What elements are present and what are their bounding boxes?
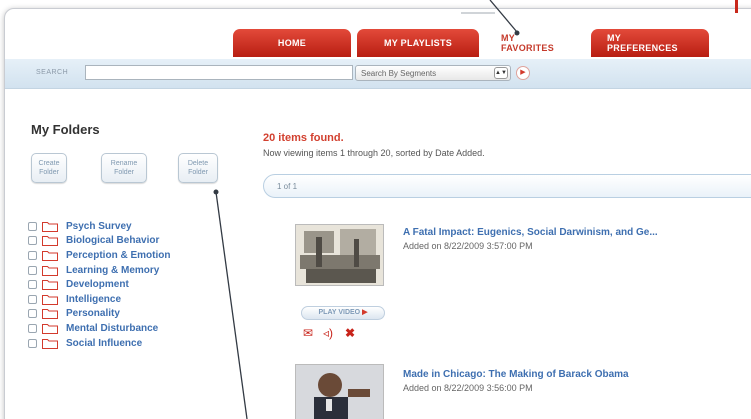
- video-thumbnail[interactable]: [295, 364, 384, 419]
- search-segment-select[interactable]: Search By Segments ▲▼: [355, 65, 511, 81]
- video-added-date: Added on 8/22/2009 3:56:00 PM: [403, 383, 533, 393]
- search-go-button[interactable]: ▶: [516, 66, 530, 80]
- tab-home[interactable]: HOME: [233, 29, 351, 57]
- segment-select-value: Search By Segments: [361, 68, 437, 78]
- tab-my-playlists[interactable]: MY PLAYLISTS: [357, 29, 479, 57]
- folder-checkbox[interactable]: [28, 309, 37, 319]
- search-label: SEARCH: [36, 69, 69, 76]
- video-thumbnail[interactable]: [295, 224, 384, 286]
- folder-name[interactable]: Personality: [66, 308, 120, 319]
- folder-item: Psych Survey: [28, 219, 170, 234]
- app-window: HOME MY PLAYLISTS MY FAVORITES MY PREFER…: [4, 8, 751, 419]
- thumbnail-image: [296, 225, 383, 285]
- speaker-icon[interactable]: ◃): [323, 327, 333, 339]
- results-summary: Now viewing items 1 through 20, sorted b…: [263, 148, 485, 158]
- results-count: 20 items found.: [263, 132, 344, 144]
- page-indicator[interactable]: 1 of 1: [277, 182, 297, 191]
- folder-item: Mental Disturbance: [28, 321, 170, 336]
- folder-checkbox[interactable]: [28, 323, 37, 333]
- thumbnail-image: [296, 365, 383, 419]
- folder-checkbox[interactable]: [28, 280, 37, 290]
- video-added-date: Added on 8/22/2009 3:57:00 PM: [403, 241, 533, 251]
- main-nav: HOME MY PLAYLISTS MY FAVORITES MY PREFER…: [233, 29, 709, 59]
- go-arrow-icon: ▶: [520, 69, 526, 76]
- folder-icon: [42, 236, 58, 247]
- folder-item: Personality: [28, 307, 170, 322]
- folder-checkbox[interactable]: [28, 236, 37, 246]
- folder-icon: [42, 221, 58, 232]
- folder-list: Psych Survey Biological Behavior Percept…: [28, 219, 170, 350]
- folder-item: Development: [28, 277, 170, 292]
- pagination-bar: 1 of 1: [263, 174, 751, 198]
- folders-title: My Folders: [31, 122, 100, 137]
- folder-checkbox[interactable]: [28, 221, 37, 231]
- folder-icon: [42, 294, 58, 305]
- folder-item: Learning & Memory: [28, 263, 170, 278]
- search-input[interactable]: [85, 65, 353, 80]
- folder-icon: [42, 250, 58, 261]
- folder-icon: [42, 280, 58, 291]
- folder-icon: [42, 265, 58, 276]
- folder-item: Biological Behavior: [28, 234, 170, 249]
- folder-item: Intelligence: [28, 292, 170, 307]
- tab-my-favorites[interactable]: MY FAVORITES: [485, 29, 585, 57]
- delete-x-icon[interactable]: ✖: [345, 327, 355, 339]
- folder-checkbox[interactable]: [28, 250, 37, 260]
- folder-name[interactable]: Perception & Emotion: [66, 250, 170, 261]
- folder-name[interactable]: Psych Survey: [66, 221, 132, 232]
- create-folder-button[interactable]: Create Folder: [31, 153, 67, 183]
- folder-checkbox[interactable]: [28, 294, 37, 304]
- play-video-label: PLAY VIDEO: [318, 309, 361, 316]
- folder-name[interactable]: Biological Behavior: [66, 235, 159, 246]
- folder-name[interactable]: Intelligence: [66, 294, 121, 305]
- email-icon[interactable]: ✉: [303, 327, 313, 339]
- folder-icon: [42, 323, 58, 334]
- select-arrows-icon: ▲▼: [494, 67, 508, 79]
- folder-name[interactable]: Learning & Memory: [66, 265, 159, 276]
- play-arrow-icon: ▶: [362, 309, 368, 316]
- folder-name[interactable]: Social Influence: [66, 338, 142, 349]
- folder-name[interactable]: Mental Disturbance: [66, 323, 158, 334]
- search-bar: SEARCH Search By Segments ▲▼ ▶: [5, 59, 751, 89]
- folder-icon: [42, 309, 58, 320]
- video-title[interactable]: A Fatal Impact: Eugenics, Social Darwini…: [403, 227, 658, 238]
- folder-checkbox[interactable]: [28, 265, 37, 275]
- folder-icon: [42, 338, 58, 349]
- folder-item: Perception & Emotion: [28, 248, 170, 263]
- play-video-button[interactable]: PLAY VIDEO ▶: [301, 306, 385, 320]
- folder-item: Social Influence: [28, 336, 170, 351]
- tab-my-preferences[interactable]: MY PREFERENCES: [591, 29, 709, 57]
- rename-folder-button[interactable]: Rename Folder: [101, 153, 147, 183]
- delete-folder-button[interactable]: Delete Folder: [178, 153, 218, 183]
- folder-checkbox[interactable]: [28, 338, 37, 348]
- video-title[interactable]: Made in Chicago: The Making of Barack Ob…: [403, 369, 629, 380]
- folder-name[interactable]: Development: [66, 279, 129, 290]
